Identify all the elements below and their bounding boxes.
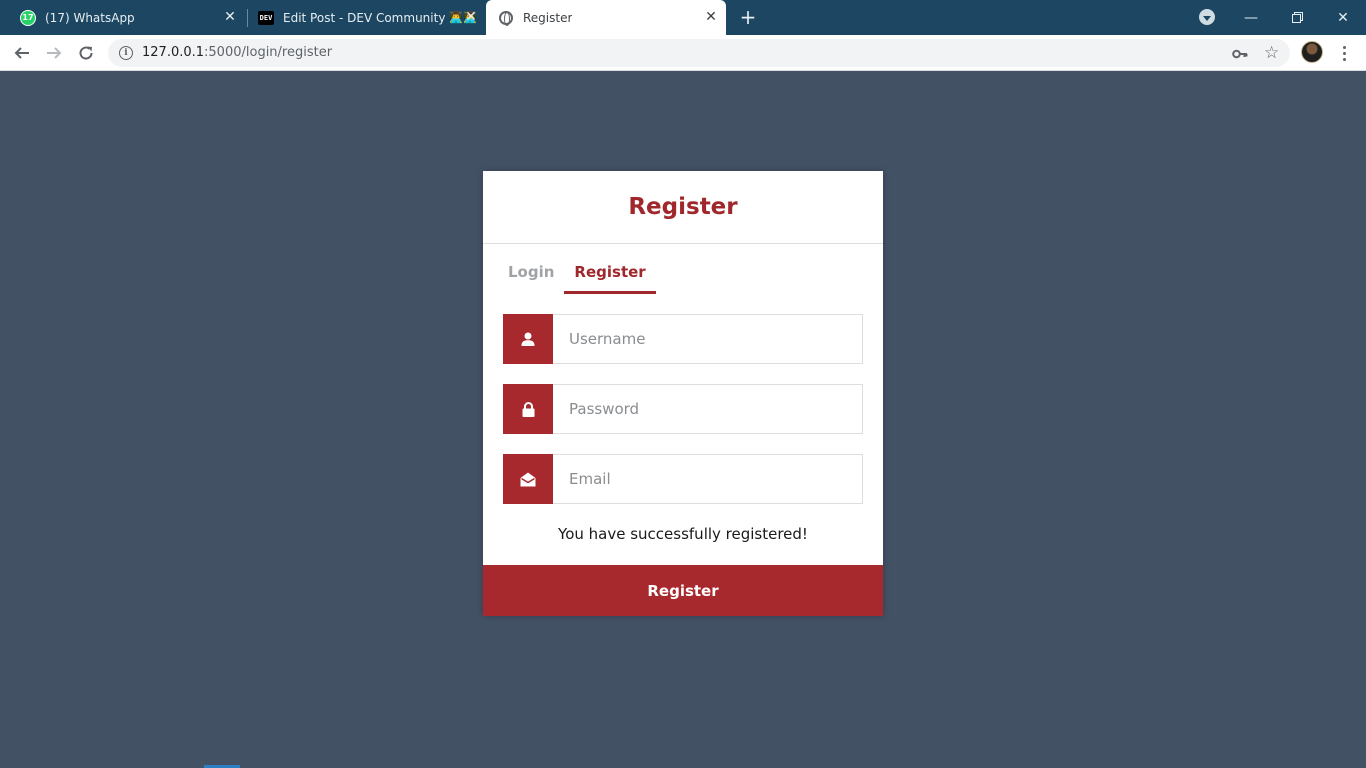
tab-login[interactable]: Login [503, 261, 559, 294]
success-message: You have successfully registered! [558, 525, 808, 543]
tab-register[interactable]: Register [564, 261, 656, 294]
bookmark-star-icon[interactable]: ☆ [1264, 43, 1279, 63]
profile-avatar[interactable] [1301, 41, 1323, 63]
tab-search-dropdown-icon[interactable] [1199, 9, 1215, 25]
restore-icon[interactable] [1274, 0, 1320, 35]
auth-tabs: Login Register [503, 261, 656, 294]
email-input[interactable] [553, 454, 863, 504]
envelope-open-icon [503, 454, 553, 504]
browser-tab-strip: 17 (17) WhatsApp ✕ DEV Edit Post - DEV C… [0, 0, 1366, 35]
tab-title: Edit Post - DEV Community [283, 10, 446, 25]
minimize-icon[interactable]: — [1228, 0, 1274, 35]
globe-icon [498, 10, 514, 26]
tab-title: Register [523, 10, 573, 25]
window-close-icon[interactable]: ✕ [1320, 0, 1366, 35]
back-arrow-icon[interactable] [10, 41, 34, 65]
new-tab-plus-icon[interactable]: + [739, 7, 757, 27]
close-icon[interactable]: ✕ [464, 10, 478, 24]
whatsapp-icon: 17 [20, 9, 36, 26]
username-input[interactable] [553, 314, 863, 364]
tab-register[interactable]: Register ✕ [486, 0, 726, 35]
tab-whatsapp[interactable]: 17 (17) WhatsApp ✕ [0, 0, 245, 35]
site-info-icon[interactable]: i [119, 46, 133, 60]
tab-title: (17) WhatsApp [45, 10, 135, 25]
tab-dev-community[interactable]: DEV Edit Post - DEV Community 👨‍💻👨‍💻 ✕ [248, 0, 486, 35]
card-title: Register [483, 171, 883, 244]
address-bar[interactable]: i 127.0.0.1:5000/login/register ☆ [108, 39, 1290, 67]
close-icon[interactable]: ✕ [704, 10, 718, 24]
password-input[interactable] [553, 384, 863, 434]
close-icon[interactable]: ✕ [223, 10, 237, 24]
email-field [503, 454, 863, 504]
password-field [503, 384, 863, 434]
url-text: 127.0.0.1:5000/login/register [142, 45, 333, 60]
username-field [503, 314, 863, 364]
forward-arrow-icon[interactable] [42, 41, 66, 65]
browser-toolbar: i 127.0.0.1:5000/login/register ☆ [0, 35, 1366, 71]
user-icon [503, 314, 553, 364]
lock-icon [503, 384, 553, 434]
register-button[interactable]: Register [483, 565, 883, 616]
dev-icon: DEV [258, 10, 274, 26]
menu-dots-icon[interactable] [1336, 41, 1352, 65]
key-icon[interactable] [1232, 46, 1248, 60]
reload-icon[interactable] [74, 41, 98, 65]
register-card: Register Login Register You have success… [483, 171, 883, 616]
